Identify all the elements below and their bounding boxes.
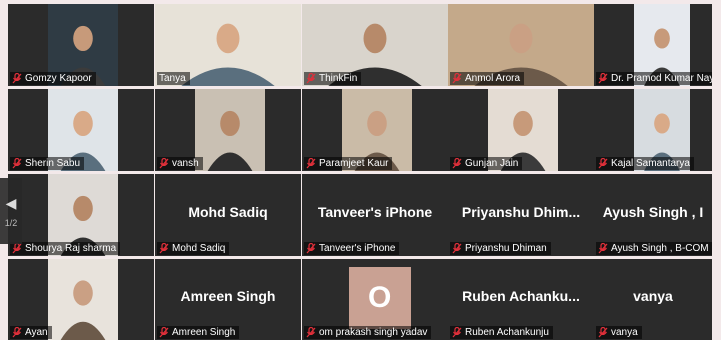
participant-name: om prakash singh yadav <box>319 327 428 338</box>
participant-tile[interactable]: Shourya Raj sharma <box>8 174 154 256</box>
participant-grid: Gomzy Kapoor Tanya ThinkFin Anmol Arora … <box>0 0 721 340</box>
participant-name: Gunjan Jain <box>465 158 519 169</box>
participant-tile[interactable]: vansh <box>155 89 301 171</box>
participant-name: vansh <box>172 158 199 169</box>
participant-tile[interactable]: Sherin Sabu <box>8 89 154 171</box>
participant-tile[interactable]: Mohd Sadiq Mohd Sadiq <box>155 174 301 256</box>
participant-name: Ruben Achankunju <box>465 327 549 338</box>
participant-name: Tanveer's iPhone <box>319 243 396 254</box>
participant-name-label: Tanya <box>157 72 190 85</box>
participant-name-label: Gomzy Kapoor <box>10 72 96 85</box>
participant-display-name: Amreen Singh <box>180 288 276 305</box>
mic-muted-icon <box>452 243 462 254</box>
mic-muted-icon <box>12 243 22 254</box>
participant-name-label: Tanveer's iPhone <box>304 242 400 255</box>
participant-name: Priyanshu Dhiman <box>465 243 547 254</box>
mic-muted-icon <box>159 327 169 338</box>
participant-name-label: Sherin Sabu <box>10 157 85 170</box>
mic-muted-icon <box>598 73 608 84</box>
participant-avatar: O <box>348 267 411 329</box>
participant-tile[interactable]: Oom prakash singh yadav <box>302 259 448 340</box>
participant-name: Gomzy Kapoor <box>25 73 92 84</box>
participant-name: Mohd Sadiq <box>172 243 226 254</box>
mic-muted-icon <box>12 73 22 84</box>
participant-name: Dr. Pramod Kumar Nayak <box>611 73 712 84</box>
page-indicator: 1/2 <box>4 217 18 228</box>
mic-muted-icon <box>452 158 462 169</box>
participant-name-label: Mohd Sadiq <box>157 242 230 255</box>
chevron-left-icon: ◀ <box>5 194 17 211</box>
participant-name: Paramjeet Kaur <box>319 158 389 169</box>
participant-tile[interactable]: Dr. Pramod Kumar Nayak <box>594 4 712 86</box>
participant-name: Kajal Samantarya <box>611 158 690 169</box>
participant-tile[interactable]: Tanveer's iPhone Tanveer's iPhone <box>302 174 448 256</box>
participant-tile[interactable]: vanya vanya <box>594 259 712 340</box>
participant-name-label: Amreen Singh <box>157 326 240 339</box>
participant-name-label: Dr. Pramod Kumar Nayak <box>596 72 712 85</box>
participant-name-label: Gunjan Jain <box>450 157 523 170</box>
participant-display-name: Tanveer's iPhone <box>317 203 433 220</box>
mic-muted-icon <box>598 243 608 254</box>
participant-name: Tanya <box>159 73 186 84</box>
mic-muted-icon <box>452 73 462 84</box>
participant-name: ThinkFin <box>319 73 358 84</box>
participant-tile[interactable]: Ruben Achanku... Ruben Achankunju <box>448 259 594 340</box>
participant-name-label: om prakash singh yadav <box>304 326 432 339</box>
mic-muted-icon <box>598 158 608 169</box>
participant-display-name: Priyanshu Dhim... <box>461 203 581 220</box>
mic-muted-icon <box>452 327 462 338</box>
participant-tile[interactable]: Ayush Singh , I Ayush Singh , B-COM <box>594 174 712 256</box>
participant-name-label: vanya <box>596 326 642 339</box>
participant-tile[interactable]: Ayan <box>8 259 154 340</box>
participant-name-label: Anmol Arora <box>450 72 525 85</box>
participant-name: Ayush Singh , B-COM <box>611 243 709 254</box>
participant-tile[interactable]: Gunjan Jain <box>448 89 594 171</box>
mic-muted-icon <box>306 158 316 169</box>
participant-name-label: vansh <box>157 157 203 170</box>
participant-name-label: Priyanshu Dhiman <box>450 242 551 255</box>
participant-tile[interactable]: Kajal Samantarya <box>594 89 712 171</box>
participant-name: Ayan <box>25 327 48 338</box>
participant-tile[interactable]: Tanya <box>155 4 301 86</box>
participant-name: Amreen Singh <box>172 327 236 338</box>
prev-page-button[interactable]: ◀ 1/2 <box>0 178 22 244</box>
participant-display-name: vanya <box>633 288 673 305</box>
mic-muted-icon <box>598 327 608 338</box>
mic-muted-icon <box>306 73 316 84</box>
participant-name: vanya <box>611 327 638 338</box>
mic-muted-icon <box>159 243 169 254</box>
mic-muted-icon <box>306 243 316 254</box>
mic-muted-icon <box>12 158 22 169</box>
participant-display-name: Mohd Sadiq <box>188 203 268 220</box>
participant-display-name: Ayush Singh , I <box>602 203 704 220</box>
participant-tile[interactable]: Gomzy Kapoor <box>8 4 154 86</box>
participant-display-name: Ruben Achanku... <box>462 288 580 305</box>
participant-name-label: Shourya Raj sharma <box>10 242 121 255</box>
mic-muted-icon <box>159 158 169 169</box>
participant-name-label: Kajal Samantarya <box>596 157 694 170</box>
participant-name: Shourya Raj sharma <box>25 243 117 254</box>
participant-name-label: Ayan <box>10 326 52 339</box>
participant-name: Anmol Arora <box>465 73 521 84</box>
mic-muted-icon <box>12 327 22 338</box>
participant-video <box>195 89 265 171</box>
participant-name-label: Ruben Achankunju <box>450 326 553 339</box>
participant-tile[interactable]: Anmol Arora <box>448 4 594 86</box>
participant-video <box>48 259 118 340</box>
participant-tile[interactable]: Priyanshu Dhim... Priyanshu Dhiman <box>448 174 594 256</box>
participant-tile[interactable]: Amreen Singh Amreen Singh <box>155 259 301 340</box>
participant-name-label: ThinkFin <box>304 72 362 85</box>
participant-tile[interactable]: ThinkFin <box>302 4 448 86</box>
participant-name: Sherin Sabu <box>25 158 81 169</box>
participant-name-label: Ayush Singh , B-COM <box>596 242 712 255</box>
participant-tile[interactable]: Paramjeet Kaur <box>302 89 448 171</box>
participant-name-label: Paramjeet Kaur <box>304 157 393 170</box>
mic-muted-icon <box>306 327 316 338</box>
